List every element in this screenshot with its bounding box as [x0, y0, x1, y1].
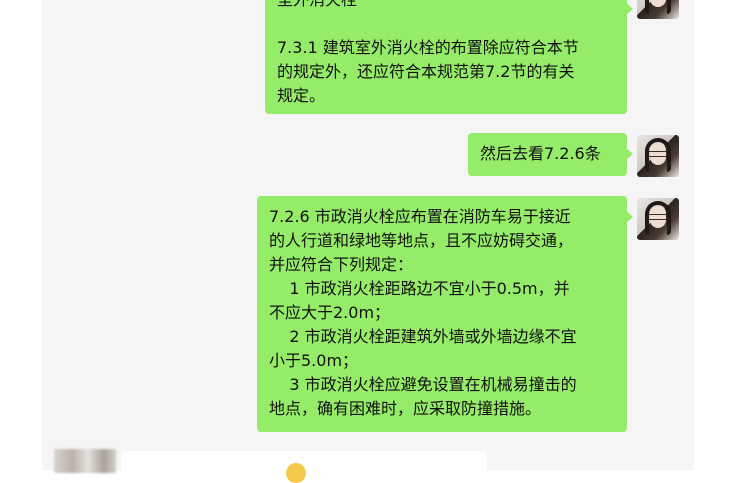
message-line: 1 市政消火栓距路边不宜小于0.5m，并: [269, 279, 570, 298]
message-line: 7.2.6 市政消火栓应布置在消防车易于接近: [269, 207, 571, 226]
other-avatar[interactable]: [54, 449, 116, 473]
message-bubble[interactable]: 然后去看7.2.6条: [468, 133, 633, 176]
message-line: 规定。: [277, 86, 326, 105]
message-line: 7.3.1 建筑室外消火栓的布置除应符合本节: [277, 38, 579, 57]
message-line: 2 市政消火栓距建筑外墙或外墙边缘不宜: [269, 327, 577, 346]
message-bubble[interactable]: 室外消火栓 7.3.1 建筑室外消火栓的布置除应符合本节的规定外，还应符合本规范第…: [265, 0, 633, 114]
my-avatar[interactable]: [637, 0, 679, 19]
message-line: 的人行道和绿地等地点，且不应妨碍交通，: [269, 231, 574, 250]
message-line: [277, 12, 615, 36]
message-line: 地点，确有困难时，应采取防撞措施。: [269, 399, 542, 418]
message-line: 3 市政消火栓应避免设置在机械易撞击的: [269, 375, 577, 394]
my-avatar[interactable]: [637, 135, 679, 177]
message-line: 小于5.0m；: [269, 351, 359, 370]
avatar-glasses: [649, 214, 667, 220]
my-avatar[interactable]: [637, 198, 679, 240]
message-line: 不应大于2.0m；: [269, 303, 391, 322]
smiley-icon: [286, 463, 306, 483]
avatar-glasses: [649, 151, 667, 157]
message-line: 的规定外，还应符合本规范第7.2节的有关: [277, 62, 575, 81]
message-line: 并应符合下列规定：: [269, 255, 414, 274]
chat-panel: 室外消火栓 7.3.1 建筑室外消火栓的布置除应符合本节的规定外，还应符合本规范第…: [42, 0, 694, 470]
message-line: 室外消火栓: [277, 0, 615, 12]
message-line: 然后去看7.2.6条: [480, 144, 601, 163]
message-bubble[interactable]: 7.2.6 市政消火栓应布置在消防车易于接近 的人行道和绿地等地点，且不应妨碍交通…: [257, 196, 633, 432]
